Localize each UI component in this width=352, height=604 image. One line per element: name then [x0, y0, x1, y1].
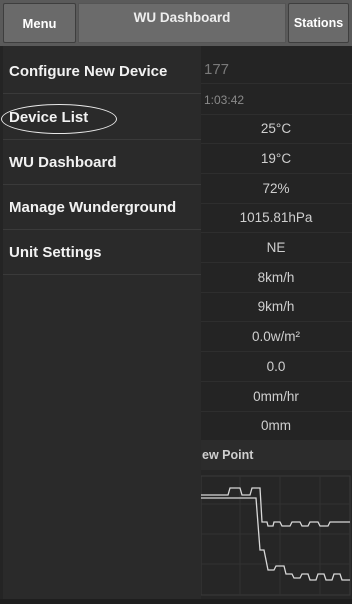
wind-gust-value: 9km/h — [200, 292, 352, 322]
wind-speed-value: 8km/h — [200, 263, 352, 293]
dew-point-series-line — [200, 497, 350, 581]
uv-value: 0.0 — [200, 352, 352, 382]
temperature-value: 25°C — [200, 114, 352, 144]
menu-item-wu-dashboard[interactable]: WU Dashboard — [3, 140, 201, 185]
rain-total-value: 0mm — [200, 411, 352, 441]
highlight-annotation-circle — [1, 104, 117, 134]
solar-radiation-value: 0.0w/m² — [200, 322, 352, 352]
menu-item-manage-wunderground[interactable]: Manage Wunderground — [3, 185, 201, 230]
pressure-value: 1015.81hPa — [200, 203, 352, 233]
app-header: Menu WU Dashboard Stations — [0, 0, 352, 46]
last-updated-time: 1:03:42 — [200, 86, 352, 115]
menu-item-unit-settings[interactable]: Unit Settings — [3, 230, 201, 275]
page-title: WU Dashboard — [78, 3, 286, 43]
chart-svg — [200, 475, 351, 596]
humidity-value: 72% — [200, 174, 352, 204]
menu-item-configure-new-device[interactable]: Configure New Device — [3, 49, 201, 94]
menu-button[interactable]: Menu — [3, 3, 76, 43]
stations-button[interactable]: Stations — [288, 3, 349, 43]
dew-point-value: 19°C — [200, 144, 352, 174]
chart-title: ew Point — [200, 440, 352, 470]
temperature-chart — [200, 470, 352, 599]
station-id-value: 177 — [200, 55, 352, 84]
temperature-series-line — [200, 487, 350, 527]
wind-direction-value: NE — [200, 233, 352, 263]
rain-rate-value: 0mm/hr — [200, 382, 352, 412]
